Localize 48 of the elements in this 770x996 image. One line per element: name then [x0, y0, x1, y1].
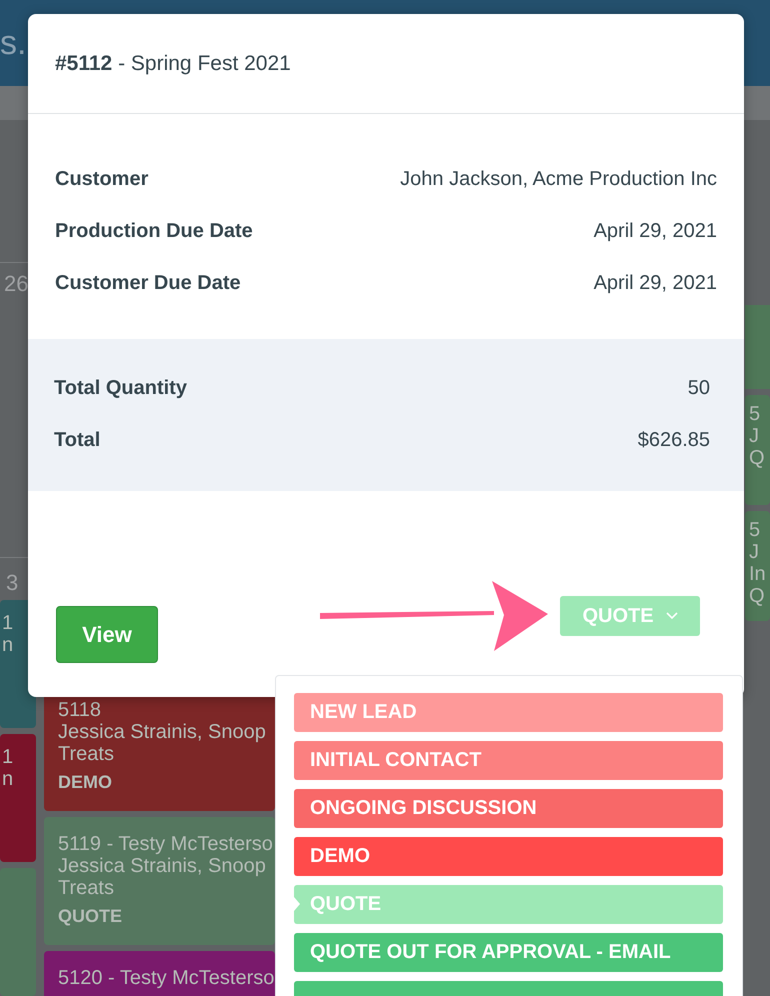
event-text: Jessica Strainis, Snoop	[58, 721, 267, 743]
field-label: Customer	[55, 167, 148, 191]
event-text: n	[2, 768, 14, 790]
event-text: Treats	[58, 877, 115, 899]
calendar-event-card[interactable]: 5120 - Testy McTesterso	[44, 951, 275, 996]
calendar-event-card[interactable]: 1 n	[0, 734, 36, 862]
view-button[interactable]: View	[56, 606, 158, 663]
event-text: 5120 - Testy McTesterso	[58, 967, 275, 989]
event-text: Treats	[58, 743, 115, 765]
status-option[interactable]: QUOTE	[294, 885, 723, 924]
status-option[interactable]: NEW LEAD	[294, 693, 723, 732]
field-value: $626.85	[638, 428, 710, 452]
status-option[interactable]: QUOTE OUT FOR APPROVAL - EMAIL	[294, 933, 723, 972]
event-text: QUOTE	[58, 905, 124, 927]
field-label: Total	[54, 428, 100, 452]
field-value: April 29, 2021	[594, 219, 717, 243]
event-text: J	[749, 425, 760, 447]
week-number: 26	[3, 271, 30, 297]
event-text: 1	[2, 746, 14, 768]
status-dropdown[interactable]: QUOTE	[560, 596, 700, 636]
week-number: 3	[5, 570, 20, 596]
event-text: Q	[749, 585, 766, 607]
field-value: April 29, 2021	[594, 271, 717, 295]
field-label: Production Due Date	[55, 219, 253, 243]
event-text: Q	[749, 447, 766, 469]
status-option[interactable]: DEMO	[294, 837, 723, 876]
status-option[interactable]: ONGOING DISCUSSION	[294, 789, 723, 828]
field-value: 50	[688, 376, 710, 400]
calendar-event-card[interactable]: 5 J Q	[745, 395, 770, 505]
event-text: J	[749, 541, 760, 563]
event-text: Jessica Strainis, Snoop	[58, 855, 267, 877]
calendar-event-card[interactable]: 5119 - Testy McTesterso Jessica Strainis, Snoop Treats QUOTE	[44, 817, 275, 945]
event-text: DEMO	[58, 771, 113, 793]
event-text: 5118	[58, 699, 102, 721]
header-text: s.	[0, 24, 26, 62]
field-label: Customer Due Date	[55, 271, 241, 295]
event-text: 5	[749, 519, 762, 541]
event-text: n	[2, 634, 14, 656]
status-option[interactable]: INITIAL CONTACT	[294, 741, 723, 780]
field-value: John Jackson, Acme Production Inc	[400, 167, 717, 191]
event-text: 1	[2, 612, 14, 634]
calendar-event-card[interactable]: 5 J In Q	[745, 511, 770, 621]
event-text: In	[749, 563, 767, 585]
chevron-down-icon	[666, 612, 678, 620]
event-text: 5119 - Testy McTesterso	[58, 833, 274, 855]
field-label: Total Quantity	[54, 376, 187, 400]
dialog-title: #5112 - Spring Fest 2021	[55, 52, 291, 76]
event-text: 5	[749, 403, 762, 425]
